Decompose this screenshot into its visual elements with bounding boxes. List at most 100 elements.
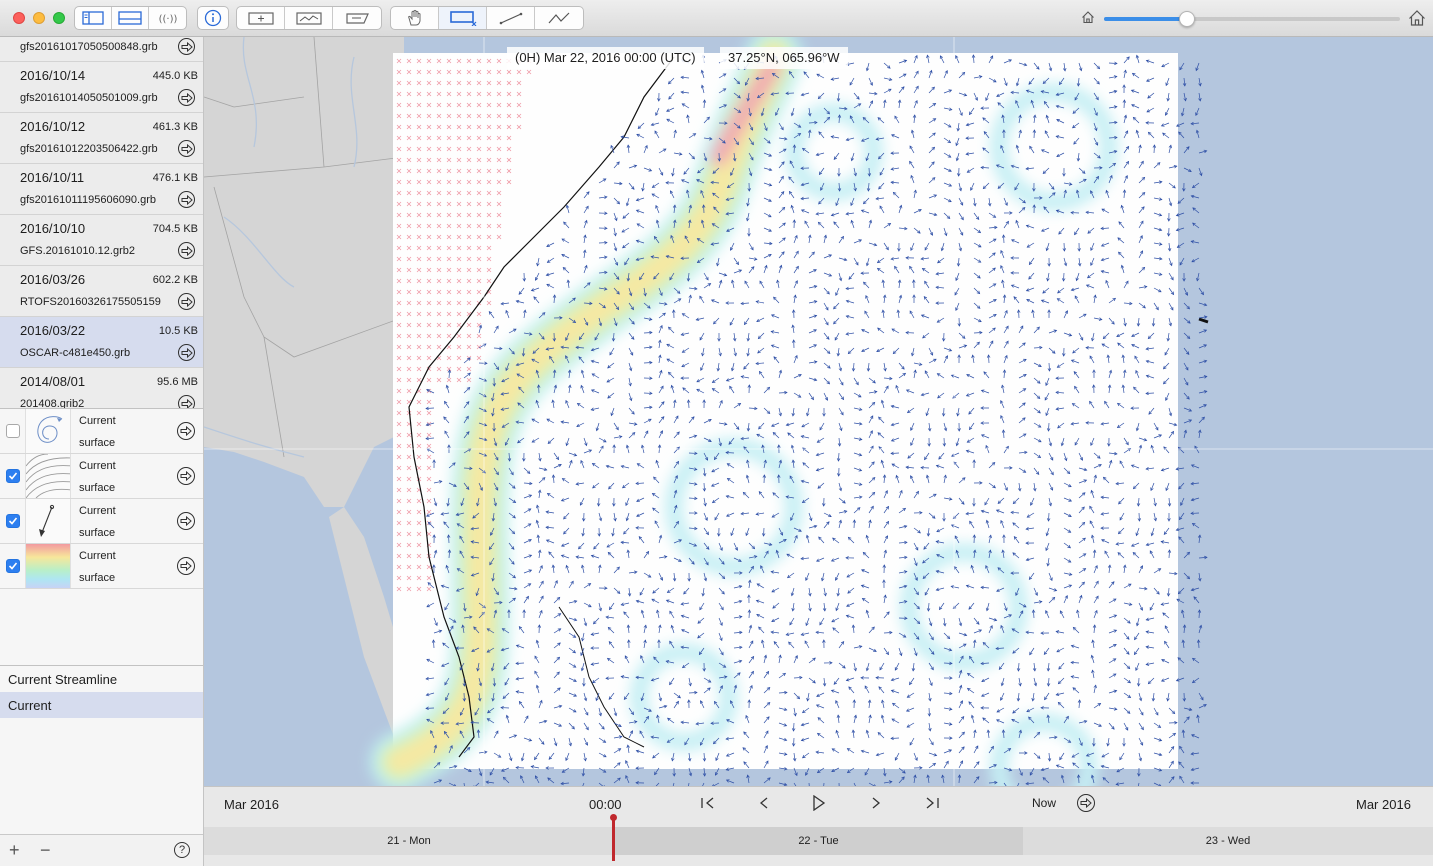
layer-item[interactable]: Current surface <box>0 454 203 499</box>
layer-item[interactable]: Current surface <box>0 409 203 454</box>
layer-thumbnail <box>25 499 71 543</box>
open-file-button[interactable] <box>178 293 195 310</box>
file-item[interactable]: 2016/10/12 461.3 KB gfs20161012203506422.g… <box>0 113 203 164</box>
day-strip[interactable]: 21 - Mon 22 - Tue 23 - Wed <box>204 827 1433 855</box>
layer-item[interactable]: Current surface <box>0 544 203 589</box>
play-icon <box>813 795 826 811</box>
toggle-sidebar-button[interactable] <box>75 7 112 29</box>
file-item[interactable]: 2016/10/11 476.1 KB gfs20161011195606090.g… <box>0 164 203 215</box>
checkmark-icon <box>8 562 18 570</box>
map-canvas[interactable] <box>204 37 1433 786</box>
help-button[interactable]: ? <box>174 842 190 858</box>
skip-start-icon <box>701 797 714 809</box>
layer-visibility-checkbox[interactable] <box>6 469 20 483</box>
layer-settings-button[interactable] <box>177 512 195 530</box>
layer-visibility-checkbox[interactable] <box>6 559 20 573</box>
zoom-in-home-icon[interactable] <box>1408 9 1426 27</box>
remove-button[interactable]: − <box>40 840 51 860</box>
layer-name: Current <box>79 415 116 427</box>
hand-icon <box>407 9 420 26</box>
close-window-button[interactable] <box>13 12 25 24</box>
file-name: GFS.20161010.12.grb2 <box>20 245 135 257</box>
day-label: 21 - Mon <box>387 835 431 847</box>
minimize-window-button[interactable] <box>33 12 45 24</box>
open-file-button[interactable] <box>178 89 195 106</box>
layer-item[interactable]: Current surface <box>0 499 203 544</box>
time-marker-handle[interactable] <box>610 814 617 861</box>
forecast-time-label: (0H) Mar 22, 2016 00:00 (UTC) <box>507 47 704 69</box>
broadcast-button[interactable]: ((·)) <box>149 7 186 29</box>
zoom-out-home-icon[interactable] <box>1081 10 1095 24</box>
vector-arrow-icon <box>39 504 55 537</box>
map-view[interactable]: (0H) Mar 22, 2016 00:00 (UTC) 37.25°N, 0… <box>204 37 1433 786</box>
file-item[interactable]: 2014/08/01 95.6 MB 201408.grib2 <box>0 368 203 408</box>
now-label[interactable]: Now <box>1032 796 1056 810</box>
open-file-button[interactable] <box>178 242 195 259</box>
pan-tool-button[interactable] <box>391 7 439 29</box>
svg-text:((·)): ((·)) <box>158 14 177 25</box>
arrow-right-icon <box>181 41 193 52</box>
skip-end-icon <box>926 797 939 809</box>
file-item[interactable]: 2016/10/10 704.5 KB GFS.20161010.12.grb2 <box>0 215 203 266</box>
open-file-button[interactable] <box>178 140 195 157</box>
file-item[interactable]: gfs20161017050500848.grb <box>0 37 203 62</box>
play-button[interactable] <box>809 794 829 812</box>
day-cell[interactable]: 22 - Tue <box>614 827 1023 855</box>
zoom-slider-thumb[interactable] <box>1178 11 1195 27</box>
polyline-tool-icon <box>548 12 570 24</box>
layer-thumbnail <box>25 544 71 588</box>
zoom-slider[interactable] <box>1104 11 1400 27</box>
skip-to-end-button[interactable] <box>922 794 942 812</box>
layer-settings-button[interactable] <box>177 422 195 440</box>
layer-name: Current <box>79 505 116 517</box>
layer-tools-group <box>236 6 382 30</box>
arrow-right-icon <box>1080 798 1092 808</box>
layer-settings-button[interactable] <box>177 557 195 575</box>
layer-name: Current <box>79 550 116 562</box>
skip-to-start-button[interactable] <box>698 794 718 812</box>
file-size: 461.3 KB <box>152 121 198 133</box>
ruler-box-icon <box>346 13 369 24</box>
sidebar: gfs20161017050500848.grb 2016/10/14 445.0 … <box>0 37 204 866</box>
file-item[interactable]: 2016/03/22 10.5 KB OSCAR-c481e450.grb <box>0 317 203 368</box>
open-file-button[interactable] <box>178 395 195 408</box>
step-back-button[interactable] <box>754 794 774 812</box>
timeline-end-label: Mar 2016 <box>1356 797 1411 812</box>
timeline-current-time: 00:00 <box>589 797 622 812</box>
chart-region-button[interactable] <box>285 7 333 29</box>
overlay-item[interactable]: Current <box>0 692 203 718</box>
arrow-right-icon <box>181 194 193 205</box>
file-size: 10.5 KB <box>158 325 198 337</box>
arrow-right-icon <box>181 398 193 408</box>
timeline-bar: Mar 2016 00:00 Now Mar 2016 21 - Mon 22 … <box>204 786 1433 866</box>
add-region-button[interactable] <box>237 7 285 29</box>
overlay-item[interactable]: Current Streamline <box>0 666 203 692</box>
polyline-tool-button[interactable] <box>535 7 583 29</box>
layer-visibility-checkbox[interactable] <box>6 424 20 438</box>
arrow-right-icon <box>180 426 192 436</box>
select-rect-tool-button[interactable] <box>439 7 487 29</box>
step-back-icon <box>759 797 768 809</box>
arrow-right-icon <box>180 516 192 526</box>
open-file-button[interactable] <box>178 191 195 208</box>
measure-region-button[interactable] <box>333 7 381 29</box>
file-item[interactable]: 2016/10/14 445.0 KB gfs20161014050501009.g… <box>0 62 203 113</box>
info-button[interactable] <box>198 7 228 29</box>
go-to-now-button[interactable] <box>1077 794 1095 812</box>
file-date: 2016/10/11 <box>20 170 85 185</box>
add-button[interactable]: + <box>9 840 20 860</box>
layer-visibility-checkbox[interactable] <box>6 514 20 528</box>
file-item[interactable]: 2016/03/26 602.2 KB RTOFS20160326175505159 <box>0 266 203 317</box>
step-forward-button[interactable] <box>866 794 886 812</box>
open-file-button[interactable] <box>178 344 195 361</box>
line-tool-button[interactable] <box>487 7 535 29</box>
zoom-window-button[interactable] <box>53 12 65 24</box>
day-cell[interactable]: 21 - Mon <box>204 827 614 855</box>
info-group <box>197 6 229 30</box>
day-cell[interactable]: 23 - Wed <box>1023 827 1433 855</box>
file-size: 445.0 KB <box>152 70 198 82</box>
layer-settings-button[interactable] <box>177 467 195 485</box>
toggle-timebar-button[interactable] <box>112 7 149 29</box>
open-file-button[interactable] <box>178 38 195 55</box>
file-size: 704.5 KB <box>152 223 198 235</box>
